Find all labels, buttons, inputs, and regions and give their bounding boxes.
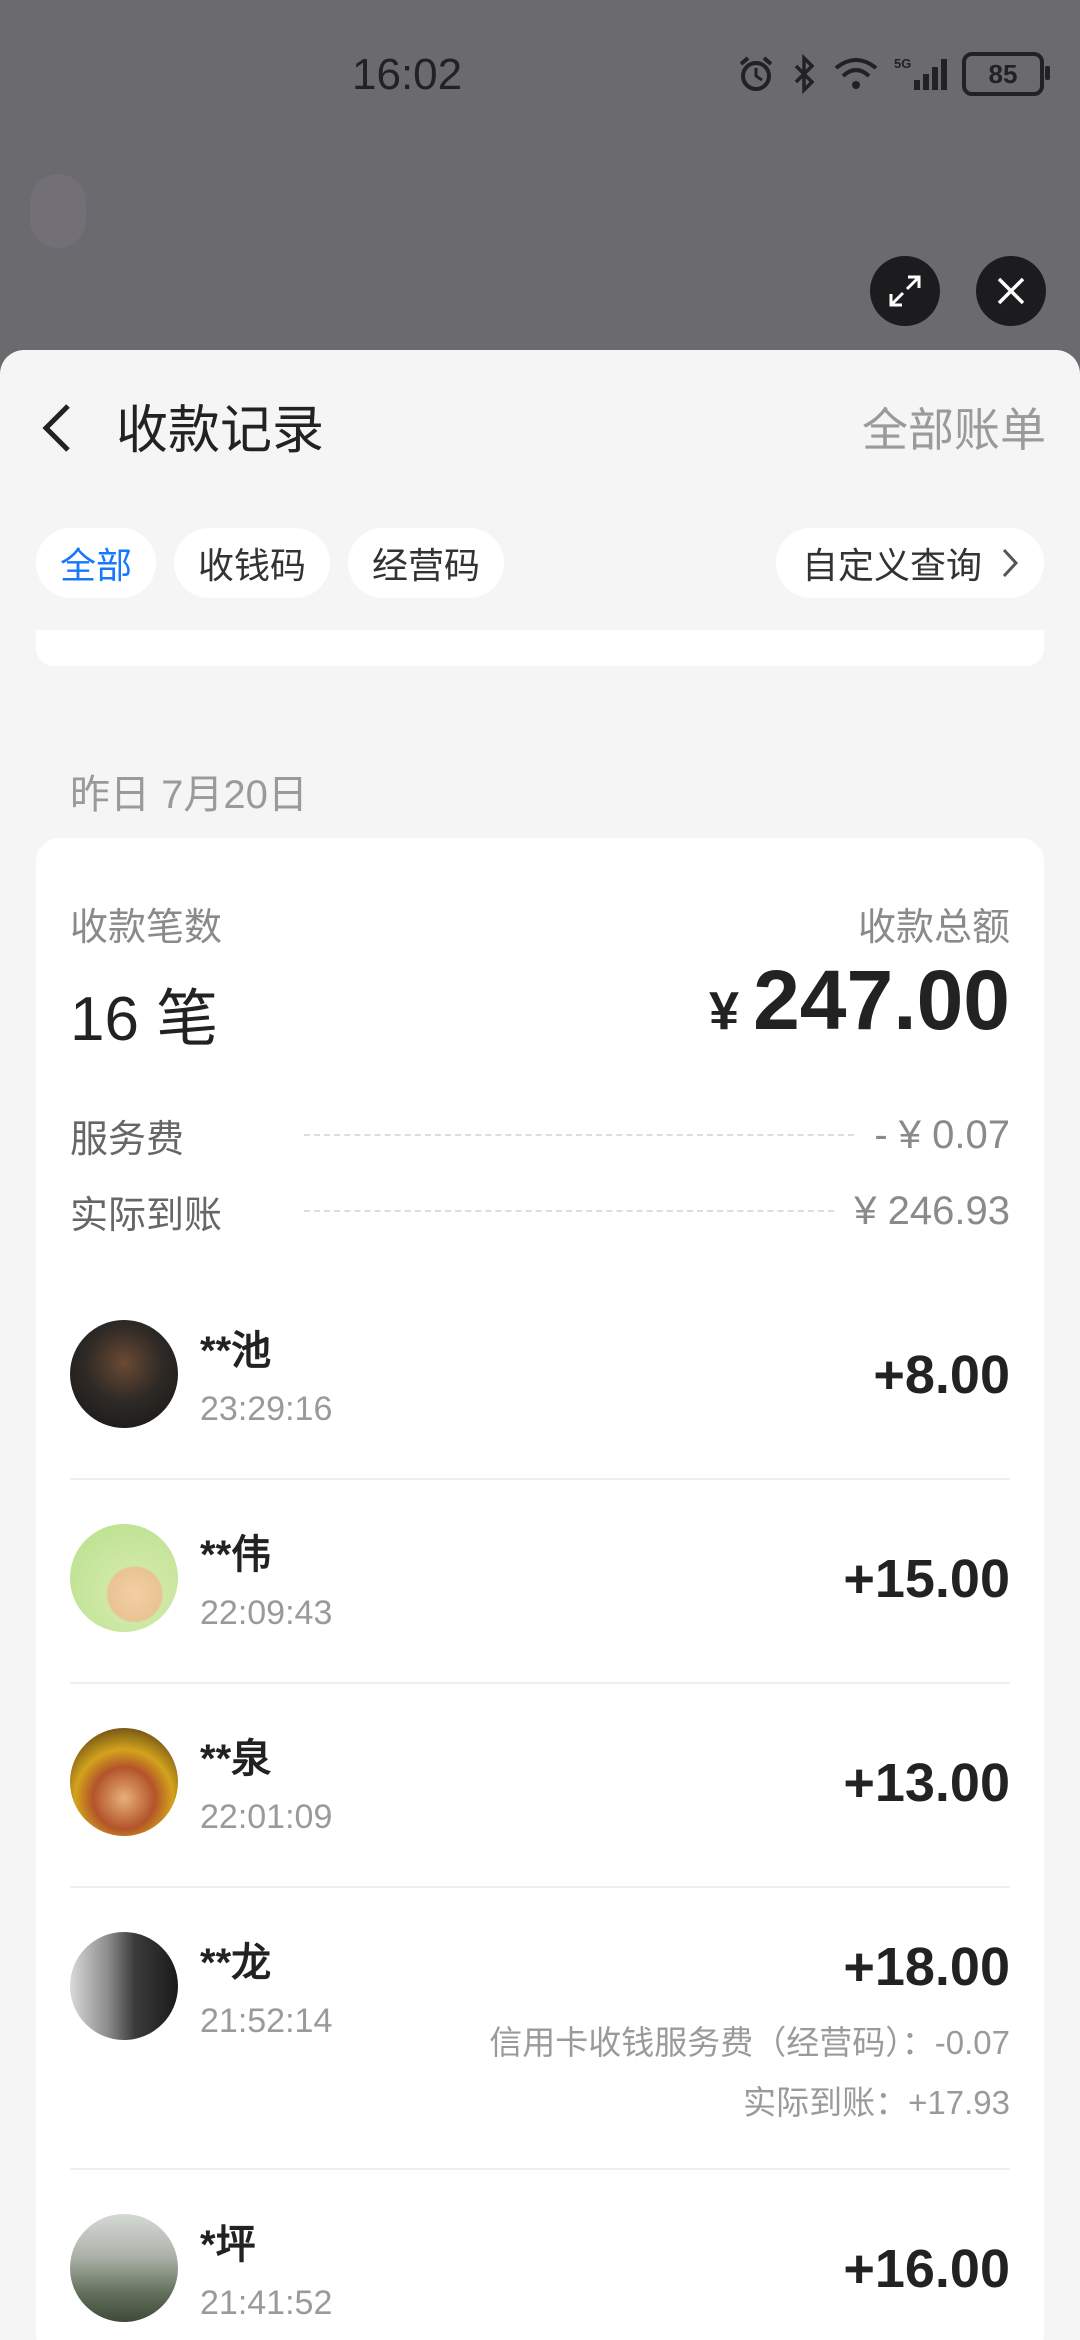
transaction-amount: +15.00 <box>843 1549 1010 1609</box>
wifi-icon <box>834 58 878 89</box>
chip-business-code[interactable]: 经营码 <box>348 528 505 598</box>
expand-icon <box>889 275 921 307</box>
transaction-time: 23:29:16 <box>200 1390 333 1428</box>
dashed-leader <box>304 1134 855 1136</box>
background-app-icon <box>30 174 86 248</box>
transaction-time: 21:41:52 <box>200 2284 333 2322</box>
alarm-icon <box>739 56 773 91</box>
count-value: 16 笔 <box>70 985 219 1054</box>
payer-name: **伟 <box>200 1533 272 1577</box>
chevron-right-icon <box>1002 548 1019 578</box>
battery-indicator: 85 <box>962 52 1050 96</box>
avatar <box>70 2214 178 2322</box>
collapsed-panel <box>36 630 1044 666</box>
row-divider <box>70 1478 1010 1480</box>
transaction-amount: +18.00 <box>843 1937 1010 1997</box>
all-bills-link[interactable]: 全部账单 <box>862 394 1046 460</box>
transaction-row[interactable]: *坪 21:41:52 +16.00 <box>70 2214 1010 2324</box>
avatar <box>70 1932 178 2040</box>
filter-chips: 全部 收钱码 经营码 <box>36 528 505 598</box>
total-amount: 247.00 <box>753 953 1010 1047</box>
avatar <box>70 1728 178 1836</box>
payer-name: **泉 <box>200 1737 272 1781</box>
count-label: 收款笔数 <box>70 907 223 949</box>
avatar <box>70 1524 178 1632</box>
total-label: 收款总额 <box>857 907 1010 949</box>
service-fee-note: 信用卡收钱服务费（经营码）：-0.07 <box>489 2024 1010 2061</box>
net-received-note: 实际到账：+17.93 <box>743 2084 1010 2121</box>
records-sheet: 收款记录 全部账单 全部 收钱码 经营码 自定义查询 昨日 7月20日 收款笔数… <box>0 350 1080 2340</box>
dashed-leader <box>304 1210 835 1212</box>
payer-name: **龙 <box>200 1941 272 1985</box>
transaction-amount: +13.00 <box>843 1753 1010 1813</box>
currency-symbol: ¥ <box>709 981 740 1041</box>
fee-row: 服务费 - ¥ 0.07 <box>70 1110 1010 1161</box>
transaction-row[interactable]: **泉 22:01:09 +13.00 <box>70 1728 1010 1838</box>
transaction-amount: +8.00 <box>873 1345 1010 1405</box>
custom-query-button[interactable]: 自定义查询 <box>775 528 1044 598</box>
svg-text:5G: 5G <box>894 56 911 71</box>
status-icons: 5G 85 <box>736 52 1050 96</box>
status-time: 16:02 <box>352 50 463 99</box>
row-divider <box>70 1682 1010 1684</box>
total-value: ¥ 247.00 <box>709 952 1010 1049</box>
row-divider <box>70 2168 1010 2170</box>
transaction-row[interactable]: **龙 21:52:14 +18.00 信用卡收钱服务费（经营码）：-0.07 … <box>70 1932 1010 2121</box>
back-arrow-icon[interactable] <box>34 398 84 458</box>
custom-query-label: 自定义查询 <box>801 545 982 586</box>
avatar <box>70 1320 178 1428</box>
transaction-row[interactable]: **伟 22:09:43 +15.00 <box>70 1524 1010 1634</box>
fee-value: - ¥ 0.07 <box>874 1112 1010 1157</box>
summary-card: 收款笔数 收款总额 16 笔 ¥ 247.00 服务费 - ¥ 0.07 实际到… <box>36 838 1044 2340</box>
expand-button[interactable] <box>870 256 940 326</box>
signal-5g-icon: 5G <box>894 56 947 90</box>
fee-label: 服务费 <box>70 1118 185 1161</box>
payer-name: **池 <box>200 1329 272 1373</box>
date-header: 昨日 7月20日 <box>70 773 308 817</box>
net-row: 实际到账 ¥ 246.93 <box>70 1186 1010 1237</box>
status-bar: 16:02 5G 85 <box>0 0 1080 160</box>
row-divider <box>70 1886 1010 1888</box>
chip-collection-code[interactable]: 收钱码 <box>174 528 331 598</box>
payer-name: *坪 <box>200 2223 256 2267</box>
transaction-amount: +16.00 <box>843 2239 1010 2299</box>
transaction-row[interactable]: **池 23:29:16 +8.00 <box>70 1320 1010 1430</box>
net-label: 实际到账 <box>70 1194 223 1237</box>
transaction-time: 21:52:14 <box>200 2002 333 2040</box>
transaction-time: 22:09:43 <box>200 1594 333 1632</box>
bluetooth-icon <box>794 54 815 94</box>
net-value: ¥ 246.93 <box>854 1188 1010 1233</box>
chip-all[interactable]: 全部 <box>36 528 157 598</box>
page-title: 收款记录 <box>116 402 325 460</box>
close-icon <box>997 277 1025 305</box>
close-button[interactable] <box>976 256 1046 326</box>
header: 收款记录 全部账单 <box>0 350 1080 490</box>
transaction-time: 22:01:09 <box>200 1798 333 1836</box>
